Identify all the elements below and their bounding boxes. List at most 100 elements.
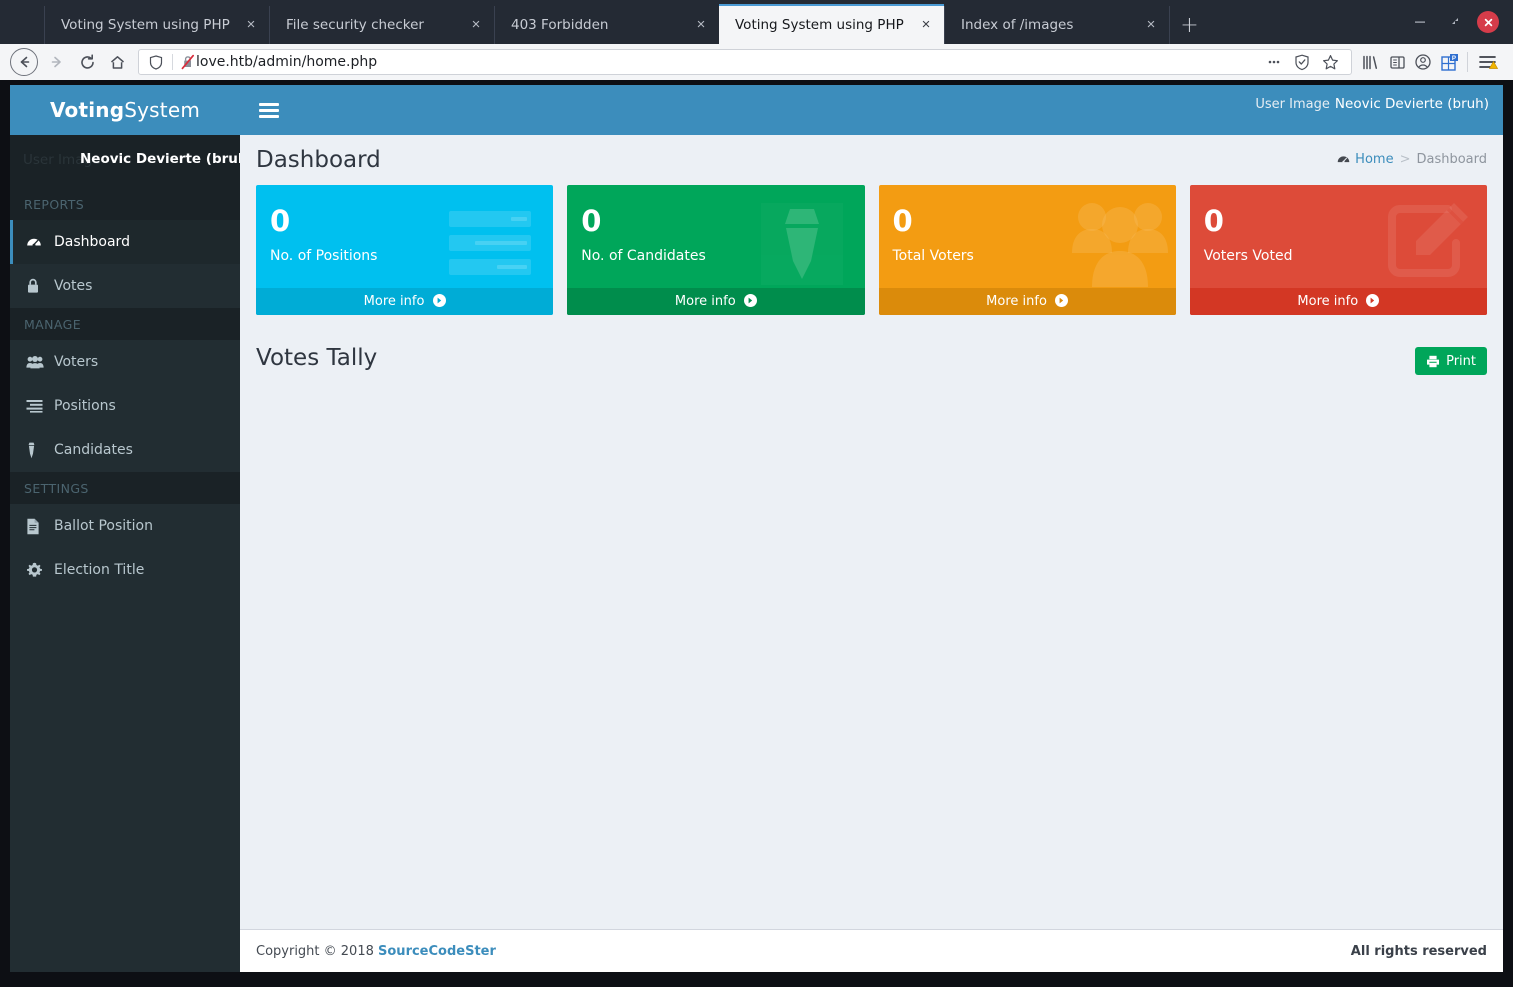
sidebar-item-candidates[interactable]: Candidates <box>10 428 240 472</box>
info-box-label: No. of Candidates <box>567 236 864 264</box>
page-title: Dashboard <box>256 147 1487 173</box>
info-box-more-info-link[interactable]: More info <box>879 288 1176 315</box>
sidebar-item-voters[interactable]: Voters <box>10 340 240 384</box>
url-bar[interactable]: love.htb/admin/home.php <box>138 49 1352 75</box>
file-text-icon <box>26 518 54 535</box>
browser-tab[interactable]: Index of /images × <box>944 6 1169 44</box>
sidebar-user-panel[interactable]: User Image Neovic Devierte (bruh) <box>10 135 240 188</box>
votes-tally-title: Votes Tally <box>256 345 1487 371</box>
info-box-more-info-link[interactable]: More info <box>256 288 553 315</box>
dashboard-gauge-icon <box>26 234 54 250</box>
tracking-shield-icon[interactable] <box>147 55 165 70</box>
arrow-circle-right-icon <box>1366 294 1379 307</box>
footer-copyright-text: Copyright © 2018 <box>256 944 374 959</box>
extension-pocket-icon[interactable]: P <box>1436 49 1462 75</box>
svg-text:P: P <box>1451 55 1455 62</box>
url-text[interactable]: love.htb/admin/home.php <box>196 54 1261 70</box>
browser-tab[interactable]: 403 Forbidden × <box>494 6 719 44</box>
content-area: Dashboard Home > Dashboard <box>240 135 1503 972</box>
sidebar-item-label: Election Title <box>54 562 144 578</box>
tab-close-icon[interactable]: × <box>1141 15 1161 35</box>
page-viewport: VotingSystem User Image Neovic Devierte … <box>10 85 1503 972</box>
sidebar-item-label: Votes <box>54 278 92 294</box>
browser-tab[interactable]: File security checker × <box>269 6 494 44</box>
sidebar-item-label: Dashboard <box>54 234 130 250</box>
info-box-footer-label: More info <box>675 294 736 309</box>
tab-title: Voting System using PHP <box>735 17 916 33</box>
sidebar-item-election-title[interactable]: Election Title <box>10 548 240 592</box>
sidebar-item-votes[interactable]: Votes <box>10 264 240 308</box>
breadcrumb-home-link[interactable]: Home <box>1337 152 1393 167</box>
sidebar-user-name: Neovic Devierte (bruh) <box>80 151 254 167</box>
minimize-icon[interactable] <box>1405 7 1435 37</box>
tab-close-icon[interactable]: × <box>241 15 261 35</box>
broken-lock-icon[interactable] <box>180 54 196 70</box>
votes-tally-body <box>240 389 1503 809</box>
brand-bold: Voting <box>50 98 124 122</box>
browser-tab-active[interactable]: Voting System using PHP × <box>719 4 944 44</box>
users-group-icon <box>26 355 54 369</box>
info-box-more-info-link[interactable]: More info <box>1190 288 1487 315</box>
home-icon[interactable] <box>102 47 132 77</box>
tab-close-icon[interactable]: × <box>691 15 711 35</box>
page-actions-ellipsis-icon[interactable] <box>1261 49 1287 75</box>
dashboard-gauge-icon <box>1337 153 1350 166</box>
brand-logo[interactable]: VotingSystem <box>10 85 240 135</box>
lock-icon <box>26 278 54 294</box>
info-box-footer-label: More info <box>986 294 1047 309</box>
sidebar-section-settings: SETTINGS <box>10 472 240 504</box>
info-box-total-voters[interactable]: 0 Total Voters More info <box>879 185 1176 315</box>
content-header: Dashboard Home > Dashboard <box>240 135 1503 185</box>
account-icon[interactable] <box>1410 49 1436 75</box>
sidebar-section-reports: REPORTS <box>10 188 240 220</box>
app-menu-icon[interactable] <box>1473 49 1503 75</box>
sidebar-icon[interactable] <box>1384 49 1410 75</box>
header-avatar-alt-text: User Image <box>1255 97 1329 112</box>
browser-nav-bar: love.htb/admin/home.php <box>0 44 1513 80</box>
sidebar: VotingSystem User Image Neovic Devierte … <box>10 85 240 972</box>
new-tab-button[interactable]: + <box>1169 6 1209 44</box>
header-user-block[interactable]: User Image Neovic Devierte (bruh) <box>1229 93 1489 114</box>
breadcrumb-current: Dashboard <box>1416 152 1487 167</box>
info-box-candidates[interactable]: 0 No. of Candidates More info <box>567 185 864 315</box>
bookmark-star-icon[interactable] <box>1317 49 1343 75</box>
tab-strip: Voting System using PHP × File security … <box>0 0 1209 44</box>
info-box-more-info-link[interactable]: More info <box>567 288 864 315</box>
maximize-icon[interactable] <box>1441 7 1471 37</box>
sidebar-item-label: Candidates <box>54 442 133 458</box>
browser-window: Voting System using PHP × File security … <box>0 0 1513 987</box>
back-arrow-icon[interactable] <box>10 48 38 76</box>
info-box-positions[interactable]: 0 No. of Positions More info <box>256 185 553 315</box>
print-button[interactable]: Print <box>1415 347 1487 375</box>
tab-title: File security checker <box>286 17 466 33</box>
close-window-icon[interactable] <box>1477 11 1499 33</box>
info-box-voters-voted[interactable]: 0 Voters Voted More info <box>1190 185 1487 315</box>
reload-icon[interactable] <box>72 47 102 77</box>
toolbar-divider <box>1467 52 1468 72</box>
page-footer: Copyright © 2018 SourceCodeSter All righ… <box>240 929 1503 972</box>
info-box-footer-label: More info <box>1297 294 1358 309</box>
library-icon[interactable] <box>1358 49 1384 75</box>
sidebar-item-ballot-position[interactable]: Ballot Position <box>10 504 240 548</box>
sidebar-item-dashboard[interactable]: Dashboard <box>10 220 240 264</box>
browser-tab-bar: Voting System using PHP × File security … <box>0 0 1513 44</box>
url-divider <box>172 54 173 70</box>
tab-close-icon[interactable]: × <box>466 15 486 35</box>
sidebar-section-manage: MANAGE <box>10 308 240 340</box>
arrow-circle-right-icon <box>744 294 757 307</box>
tab-title: 403 Forbidden <box>511 17 691 33</box>
browser-tab[interactable]: Voting System using PHP × <box>44 6 269 44</box>
footer-source-link[interactable]: SourceCodeSter <box>378 944 496 959</box>
tab-close-icon[interactable]: × <box>916 15 936 35</box>
info-box-label: Total Voters <box>879 236 1176 264</box>
sidebar-item-label: Ballot Position <box>54 518 153 534</box>
arrow-circle-right-icon <box>1055 294 1068 307</box>
sidebar-item-label: Voters <box>54 354 98 370</box>
info-box-number: 0 <box>567 185 864 236</box>
info-box-label: Voters Voted <box>1190 236 1487 264</box>
breadcrumb: Home > Dashboard <box>1337 152 1487 167</box>
sidebar-item-positions[interactable]: Positions <box>10 384 240 428</box>
shield-tracking-icon[interactable] <box>1289 49 1315 75</box>
sidebar-toggle-hamburger-icon[interactable] <box>254 95 284 125</box>
url-bar-actions <box>1261 49 1343 75</box>
